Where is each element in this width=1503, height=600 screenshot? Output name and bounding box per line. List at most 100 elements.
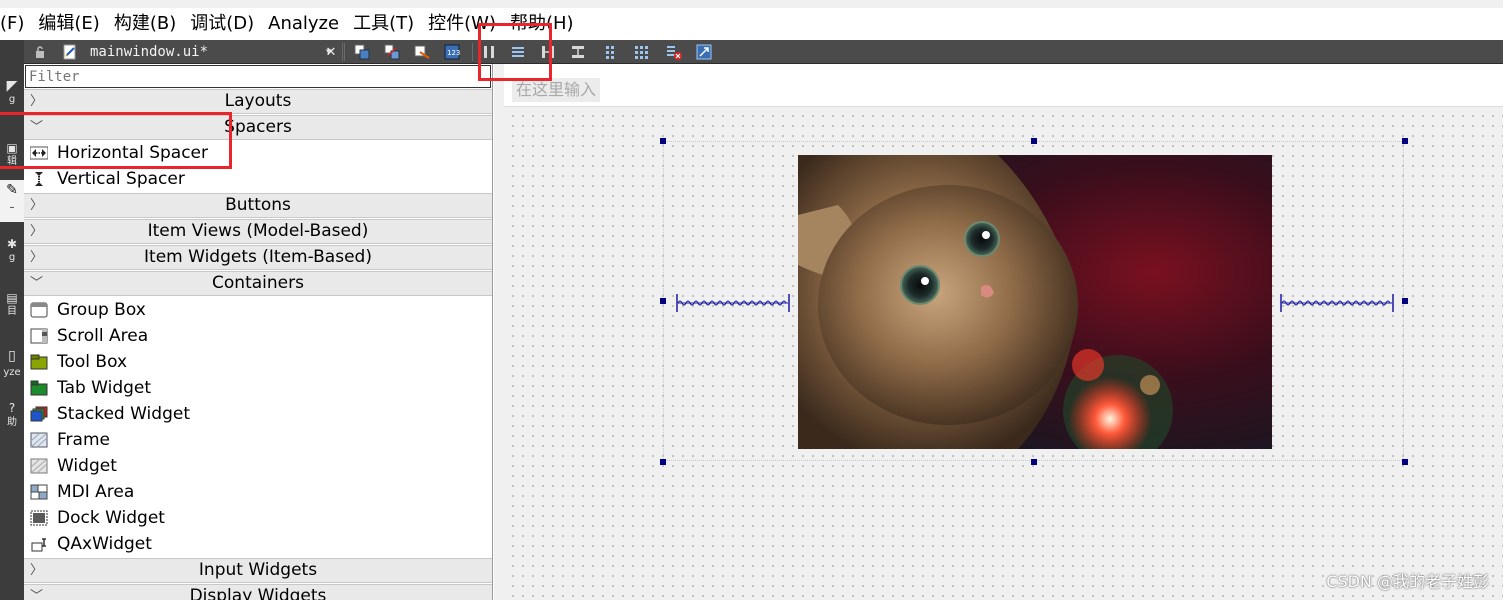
resize-handle[interactable] bbox=[660, 138, 666, 144]
chevron-right-icon: 〉 bbox=[30, 198, 44, 213]
toolbar-separator bbox=[342, 43, 343, 61]
design-icon: ✎ bbox=[6, 182, 18, 198]
layout-form-icon[interactable] bbox=[600, 42, 620, 62]
category-buttons[interactable]: 〉 Buttons bbox=[24, 193, 492, 218]
widget-stacked-widget[interactable]: Stacked Widget bbox=[24, 401, 492, 427]
form-editor-area: 在这里输入 CSDN @我的老子姓彭 bbox=[494, 64, 1503, 600]
stacked-widget-icon bbox=[30, 406, 48, 422]
mdi-area-icon bbox=[30, 484, 48, 500]
chevron-right-icon: 〉 bbox=[30, 563, 44, 578]
horizontal-spacer-left[interactable] bbox=[676, 294, 790, 312]
frame-icon bbox=[30, 432, 48, 448]
analyze-icon: ▯ bbox=[8, 348, 16, 364]
widget-group-box[interactable]: Group Box bbox=[24, 297, 492, 323]
mode-welcome[interactable]: ◤ g bbox=[0, 78, 24, 114]
widget-horizontal-spacer[interactable]: Horizontal Spacer bbox=[24, 140, 492, 166]
form-canvas[interactable] bbox=[504, 106, 1503, 600]
resize-handle[interactable] bbox=[660, 298, 666, 304]
resize-handle[interactable] bbox=[1031, 459, 1037, 465]
watermark: CSDN @我的老子姓彭 bbox=[1326, 572, 1489, 591]
resize-handle[interactable] bbox=[1031, 138, 1037, 144]
edit-icon: ▣ bbox=[6, 141, 18, 155]
menu-controls[interactable]: 控件(W) bbox=[421, 8, 503, 40]
vertical-spacer-icon bbox=[35, 172, 43, 186]
category-input-widgets[interactable]: 〉 Input Widgets bbox=[24, 558, 492, 583]
widget-dock-widget[interactable]: Dock Widget bbox=[24, 505, 492, 531]
category-containers[interactable]: ﹀ Containers bbox=[24, 271, 492, 296]
lock-icon[interactable] bbox=[30, 42, 50, 62]
menu-file[interactable]: (F) bbox=[0, 8, 31, 40]
design-mark: – bbox=[9, 202, 15, 213]
layout-horizontal-splitter-icon[interactable] bbox=[538, 42, 558, 62]
chevron-right-icon: 〉 bbox=[30, 94, 44, 109]
tool-box-icon bbox=[30, 354, 48, 370]
menu-edit[interactable]: 编辑(E) bbox=[31, 8, 106, 40]
resize-handle[interactable] bbox=[660, 459, 666, 465]
chevron-down-icon: ﹀ bbox=[30, 589, 44, 600]
menu-debug[interactable]: 调试(D) bbox=[183, 8, 261, 40]
widget-qaxwidget[interactable]: QAxWidget bbox=[24, 531, 492, 557]
menu-analyze[interactable]: Analyze bbox=[261, 8, 346, 40]
layout-horizontal-icon[interactable] bbox=[479, 42, 499, 62]
form-file-icon bbox=[60, 42, 80, 62]
mode-design[interactable]: ✎ – bbox=[0, 180, 24, 222]
widget-widget[interactable]: Widget bbox=[24, 453, 492, 479]
horizontal-spacer-right[interactable] bbox=[1280, 294, 1394, 312]
chevron-down-icon: ﹀ bbox=[30, 120, 44, 135]
widget-mdi-area[interactable]: MDI Area bbox=[24, 479, 492, 505]
mode-selector-bar: ◤ g ▣ 辑 ✎ – ✱ g ▤ 目 ▯ yze ? 助 bbox=[0, 40, 24, 600]
category-layouts[interactable]: 〉 Layouts bbox=[24, 89, 492, 114]
debug-icon: ✱ bbox=[6, 237, 18, 251]
qaxwidget-icon bbox=[31, 538, 46, 552]
designer-toolbar: mainwindow.ui* ▾ ✕ 123 bbox=[24, 40, 1503, 64]
svg-text:123: 123 bbox=[447, 49, 460, 57]
chevron-down-icon: ﹀ bbox=[30, 276, 44, 291]
category-display-widgets[interactable]: ﹀ Display Widgets bbox=[24, 584, 492, 600]
resize-handle[interactable] bbox=[1402, 138, 1408, 144]
form-menu-bar[interactable]: 在这里输入 bbox=[504, 64, 1503, 106]
mode-projects[interactable]: ▤ 目 bbox=[0, 290, 24, 338]
resize-handle[interactable] bbox=[1402, 298, 1408, 304]
scroll-area-icon bbox=[30, 328, 48, 344]
widget-tool-box[interactable]: Tool Box bbox=[24, 349, 492, 375]
document-name[interactable]: mainwindow.ui* bbox=[90, 43, 208, 61]
category-spacers[interactable]: ﹀ Spacers bbox=[24, 115, 492, 140]
menu-tools[interactable]: 工具(T) bbox=[346, 8, 421, 40]
chevron-right-icon: 〉 bbox=[30, 250, 44, 265]
tab-widget-icon bbox=[30, 380, 48, 396]
window-title-strip bbox=[0, 0, 1503, 8]
mode-analyze[interactable]: ▯ yze bbox=[0, 346, 24, 392]
edit-tab-order-icon[interactable]: 123 bbox=[442, 42, 462, 62]
toolbar-separator bbox=[344, 43, 345, 61]
group-box-icon bbox=[30, 302, 48, 318]
mode-edit[interactable]: ▣ 辑 bbox=[0, 140, 24, 176]
widget-scroll-area[interactable]: Scroll Area bbox=[24, 323, 492, 349]
edit-signals-slots-icon[interactable] bbox=[382, 42, 402, 62]
mode-help[interactable]: ? 助 bbox=[0, 400, 24, 446]
menu-bar: (F) 编辑(E) 构建(B) 调试(D) Analyze 工具(T) 控件(W… bbox=[0, 8, 1503, 40]
menu-build[interactable]: 构建(B) bbox=[107, 8, 183, 40]
widget-tab-widget[interactable]: Tab Widget bbox=[24, 375, 492, 401]
filter-input[interactable] bbox=[25, 65, 491, 88]
edit-widgets-icon[interactable] bbox=[352, 42, 372, 62]
adjust-size-icon[interactable] bbox=[694, 42, 714, 62]
widget-frame[interactable]: Frame bbox=[24, 427, 492, 453]
break-layout-icon[interactable] bbox=[664, 42, 684, 62]
edit-buddies-icon[interactable] bbox=[412, 42, 432, 62]
close-document-icon[interactable]: ✕ bbox=[321, 42, 341, 62]
mode-debug[interactable]: ✱ g bbox=[0, 236, 24, 272]
chevron-right-icon: 〉 bbox=[30, 224, 44, 239]
image-label-kitten[interactable] bbox=[798, 155, 1272, 449]
layout-grid-icon[interactable] bbox=[632, 42, 652, 62]
help-icon: ? bbox=[8, 401, 16, 415]
horizontal-spacer-icon bbox=[30, 146, 48, 160]
resize-handle[interactable] bbox=[1402, 459, 1408, 465]
layout-vertical-icon[interactable] bbox=[508, 42, 528, 62]
type-here-placeholder[interactable]: 在这里输入 bbox=[512, 78, 601, 102]
layout-vertical-splitter-icon[interactable] bbox=[568, 42, 588, 62]
projects-icon: ▤ bbox=[6, 291, 18, 305]
category-item-views[interactable]: 〉 Item Views (Model-Based) bbox=[24, 219, 492, 244]
category-item-widgets[interactable]: 〉 Item Widgets (Item-Based) bbox=[24, 245, 492, 270]
widget-vertical-spacer[interactable]: Vertical Spacer bbox=[24, 166, 492, 192]
menu-help[interactable]: 帮助(H) bbox=[503, 8, 581, 40]
